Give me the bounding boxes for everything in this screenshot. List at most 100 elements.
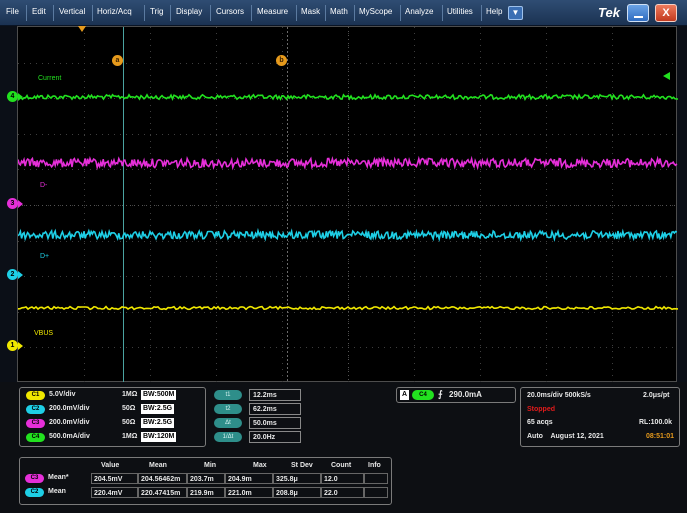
- channel-4-marker[interactable]: 4: [7, 91, 18, 102]
- cursor-t1-value: 12.2ms: [249, 389, 301, 401]
- cursor-a-marker[interactable]: a: [112, 55, 123, 66]
- menu-separator: [354, 5, 355, 21]
- menu-math[interactable]: Math: [330, 7, 348, 16]
- channel-impedance: 1MΩ: [122, 391, 138, 398]
- cursor-delta-t-value: 50.0ms: [249, 417, 301, 429]
- trigger-position-icon[interactable]: [78, 26, 86, 32]
- acquisition-status: Stopped: [527, 406, 555, 413]
- trace-channel-1: [18, 305, 678, 311]
- channel-3-marker[interactable]: 3: [7, 198, 18, 209]
- cursor-readout-panel[interactable]: t1 12.2ms t2 62.2ms Δt 50.0ms 1/Δt 20.0H…: [208, 387, 305, 447]
- measurements-table[interactable]: Value Mean Min Max St Dev Count Info C3 …: [19, 457, 392, 505]
- channel-scale: 200.0mV/div: [49, 419, 90, 426]
- channel-2-arrow-icon: [18, 271, 23, 279]
- waveform-display[interactable]: Current D- D+ VBUS: [17, 26, 678, 383]
- measurement-stdev: 325.8μ: [273, 473, 321, 484]
- channel-badge: C4: [26, 433, 45, 442]
- measurement-min: 219.9m: [187, 487, 225, 498]
- measurement-source-badge: C2: [25, 488, 44, 497]
- menu-separator: [210, 5, 211, 21]
- channel-bandwidth: BW:2.5G: [141, 404, 175, 414]
- column-header-count: Count: [331, 462, 352, 469]
- cursor-t1-badge: t1: [214, 390, 242, 400]
- menu-separator: [53, 5, 54, 21]
- menu-vertical[interactable]: Vertical: [59, 7, 85, 16]
- column-header-max: Max: [253, 462, 267, 469]
- cursor-frequency-badge: 1/Δt: [214, 432, 242, 442]
- measurement-name: Mean*: [48, 474, 69, 481]
- minimize-icon: [634, 16, 643, 18]
- channel-badge: C1: [26, 391, 45, 400]
- menu-measure[interactable]: Measure: [257, 7, 288, 16]
- channel-settings-panel: C1 5.0V/div 1MΩ BW:500M C2 200.0mV/div 5…: [19, 387, 206, 447]
- channel-3-arrow-icon: [18, 200, 23, 208]
- close-button[interactable]: X: [655, 4, 677, 22]
- column-header-stdev: St Dev: [291, 462, 313, 469]
- channel-4-arrow-icon: [18, 93, 23, 101]
- menu-analyze[interactable]: Analyze: [405, 7, 433, 16]
- measurement-min: 203.7m: [187, 473, 225, 484]
- menu-edit[interactable]: Edit: [32, 7, 46, 16]
- column-header-info: Info: [368, 462, 381, 469]
- column-header-min: Min: [204, 462, 217, 469]
- menu-utilities[interactable]: Utilities: [447, 7, 473, 16]
- measurement-info: [364, 473, 388, 484]
- channel-scale: 5.0V/div: [49, 391, 76, 398]
- menu-horiz-acq[interactable]: Horiz/Acq: [97, 7, 132, 16]
- channel-bandwidth: BW:500M: [141, 390, 177, 400]
- channel-scale: 200.0mV/div: [49, 405, 90, 412]
- measurement-value: 204.5mV: [91, 473, 138, 484]
- timebase-readout[interactable]: 20.0ms/div 500kS/s 2.0μs/pt Stopped 65 a…: [520, 387, 680, 447]
- acquisition-count: 65 acqs: [527, 419, 553, 426]
- measurement-count: 22.0: [321, 487, 364, 498]
- waveform-label-d-minus: D-: [40, 182, 48, 189]
- channel-impedance: 1MΩ: [122, 433, 138, 440]
- mode-date: Auto August 12, 2021: [527, 433, 604, 440]
- cursor-b-marker[interactable]: b: [276, 55, 287, 66]
- tek-logo: Tek: [598, 5, 620, 20]
- menu-separator: [325, 5, 326, 21]
- menu-separator: [400, 5, 401, 21]
- trigger-level-icon[interactable]: [663, 72, 670, 80]
- menu-myscope[interactable]: MyScope: [359, 7, 392, 16]
- menu-trig[interactable]: Trig: [150, 7, 163, 16]
- channel-1-arrow-icon: [18, 342, 23, 350]
- trigger-level: 290.0mA: [449, 390, 482, 399]
- menu-separator: [296, 5, 297, 21]
- menu-dropdown-button[interactable]: ▼: [508, 6, 523, 20]
- minimize-button[interactable]: [627, 4, 649, 22]
- trace-channel-2: [18, 227, 678, 243]
- measurement-info: [364, 487, 388, 498]
- channel-badge: C3: [26, 419, 45, 428]
- cursor-frequency-value: 20.0Hz: [249, 431, 301, 443]
- channel-impedance: 50Ω: [122, 405, 136, 412]
- trigger-slope-icon: ⨍: [438, 389, 443, 399]
- timebase-per-point: 2.0μs/pt: [643, 392, 670, 399]
- trigger-readout[interactable]: A C4 ⨍ 290.0mA: [396, 387, 516, 403]
- channel-impedance: 50Ω: [122, 419, 136, 426]
- menu-display[interactable]: Display: [176, 7, 202, 16]
- trigger-source: C4: [412, 390, 434, 400]
- waveform-label-current: Current: [38, 75, 62, 82]
- measurement-max: 204.9m: [225, 473, 273, 484]
- column-header-mean: Mean: [149, 462, 167, 469]
- clock-time: 08:51:01: [646, 433, 675, 440]
- channel-bandwidth: BW:2.5G: [141, 418, 175, 428]
- record-length: RL:100.0k: [639, 419, 673, 426]
- waveform-label-vbus: VBUS: [34, 330, 54, 337]
- menu-separator: [92, 5, 93, 21]
- waveform-label-d-plus: D+: [40, 253, 50, 260]
- menu-mask[interactable]: Mask: [301, 7, 320, 16]
- menu-bar: File Edit Vertical Horiz/Acq Trig Displa…: [0, 0, 687, 26]
- column-header-value: Value: [101, 462, 120, 469]
- menu-separator: [26, 5, 27, 21]
- menu-cursors[interactable]: Cursors: [216, 7, 244, 16]
- measurement-name: Mean: [48, 488, 66, 495]
- menu-separator: [442, 5, 443, 21]
- channel-1-marker[interactable]: 1: [7, 340, 18, 351]
- channel-2-marker[interactable]: 2: [7, 269, 18, 280]
- menu-file[interactable]: File: [6, 7, 19, 16]
- channel-bandwidth: BW:120M: [141, 432, 177, 442]
- timebase-scale: 20.0ms/div 500kS/s: [527, 392, 591, 399]
- menu-help[interactable]: Help: [486, 7, 502, 16]
